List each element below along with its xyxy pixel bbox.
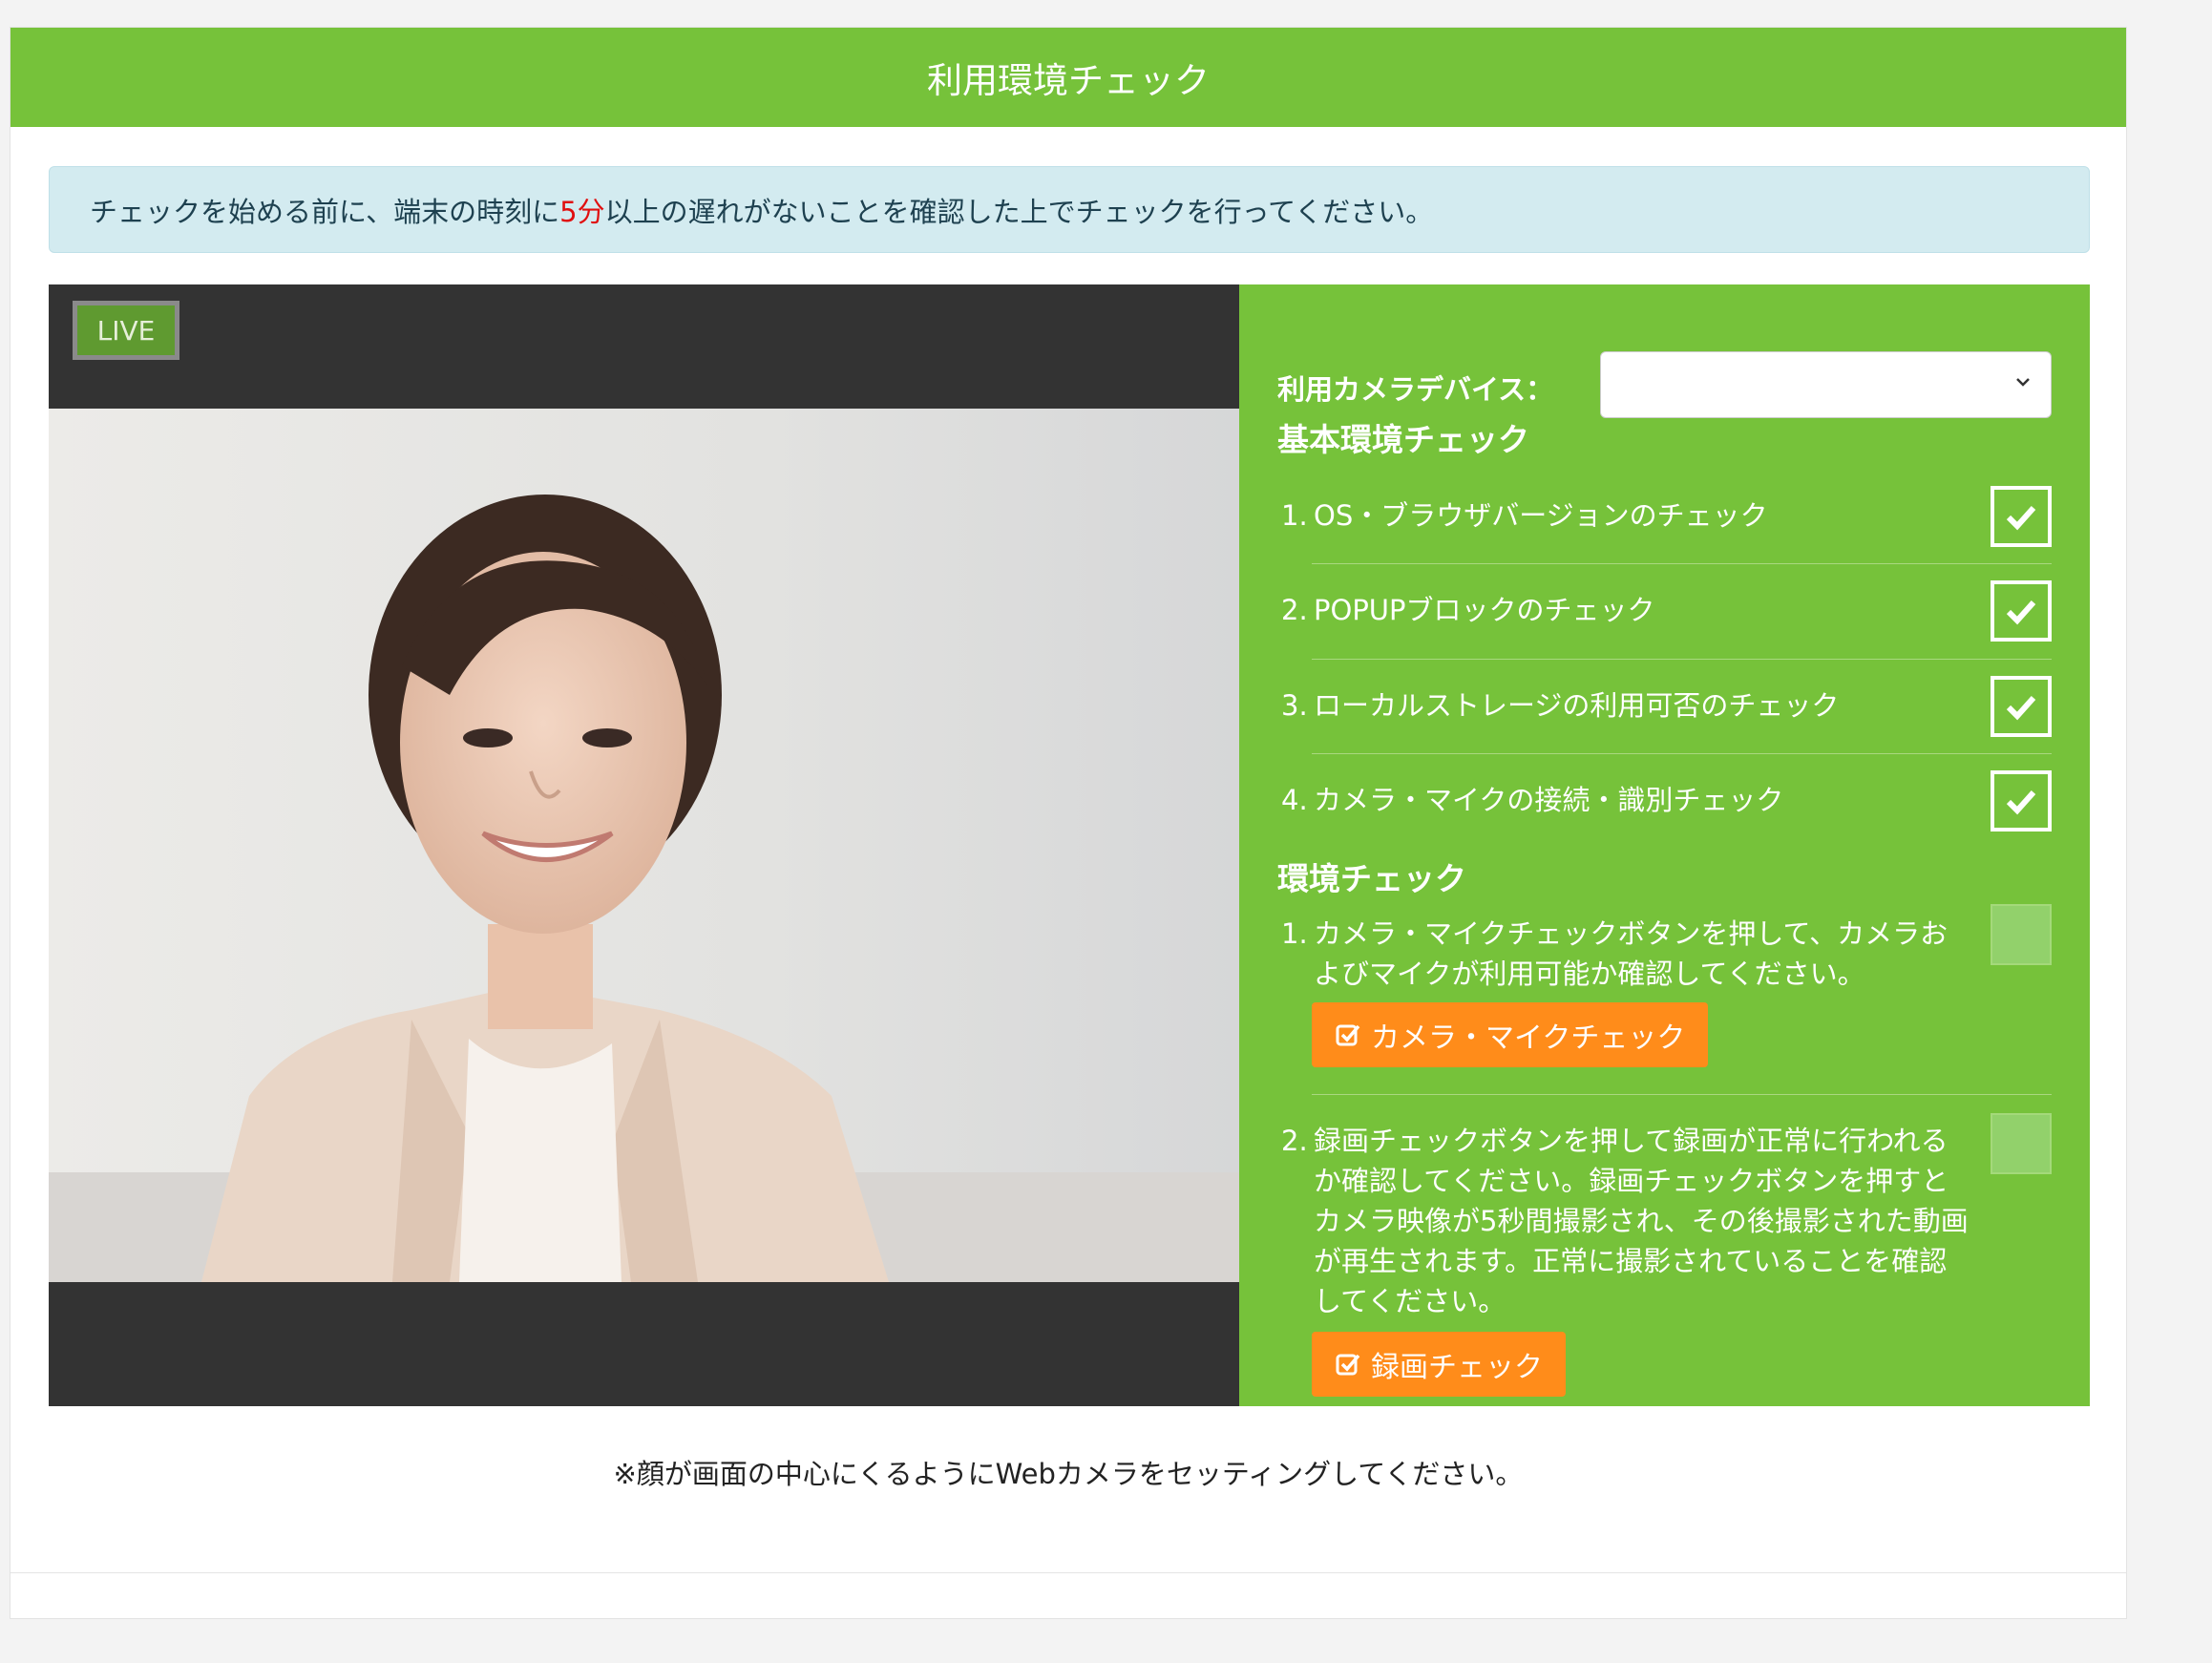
item-number: 2. <box>1281 1125 1308 1157</box>
check-square-icon <box>1336 1024 1360 1046</box>
item-number: 4. <box>1281 784 1308 816</box>
camera-preview: LIVE <box>49 284 1239 1406</box>
env-check-checkbox <box>1991 1113 2052 1174</box>
camera-device-select[interactable] <box>1600 351 2052 418</box>
item-number: 2. <box>1281 594 1308 626</box>
page-header: 利用環境チェック <box>11 28 2126 127</box>
check-panel: 利用カメラデバイス： 基本環境チェック 1. OS・ブラウザバージョンのチェック … <box>1239 284 2090 1406</box>
env-check-title: 環境チェック <box>1277 860 1466 897</box>
camera-feed-image <box>49 409 1239 1282</box>
page-title: 利用環境チェック <box>927 60 1210 101</box>
item-number: 3. <box>1281 689 1308 722</box>
divider <box>1312 659 2052 660</box>
button-label: 録画チェック <box>1371 1351 1543 1384</box>
chevron-down-icon <box>2016 378 2030 387</box>
basic-check-item: 2. POPUPブロックのチェック <box>1281 590 1969 630</box>
divider <box>1312 753 2052 754</box>
camera-device-label: 利用カメラデバイス： <box>1277 373 1554 406</box>
environment-check-card: 利用環境チェック チェックを始める前に、端末の時刻に 5分 以上の遅れがないことを確… <box>10 27 2127 1619</box>
checkmark-icon <box>2006 600 2036 625</box>
item-text: OS・ブラウザバージョンのチェック <box>1314 499 1768 532</box>
notice-text-before: チェックを始める前に、端末の時刻に <box>90 195 560 228</box>
live-badge: LIVE <box>73 301 179 360</box>
notice-highlight: 5分 <box>559 195 605 228</box>
divider <box>1312 563 2052 564</box>
checkmark-icon <box>2006 789 2036 815</box>
camera-mic-check-button[interactable]: カメラ・マイクチェック <box>1312 1002 1709 1067</box>
env-check-checkbox <box>1991 904 2052 965</box>
basic-check-item: 1. OS・ブラウザバージョンのチェック <box>1281 495 1969 536</box>
basic-check-checkbox <box>1991 580 2052 642</box>
recording-check-button[interactable]: 録画チェック <box>1312 1332 1566 1397</box>
divider <box>11 1572 2126 1573</box>
webcam-setup-note: ※顔が画面の中心にくるようにWebカメラをセッティングしてください。 <box>613 1458 1524 1490</box>
camera-feed-portrait <box>49 409 1239 1282</box>
basic-check-item: 3. ローカルストレージの利用可否のチェック <box>1281 685 1969 726</box>
checkmark-icon <box>2006 695 2036 721</box>
item-number: 1. <box>1281 499 1308 532</box>
item-text: カメラ・マイクの接続・識別チェック <box>1314 784 1784 816</box>
checkmark-icon <box>2006 505 2036 531</box>
button-label: カメラ・マイクチェック <box>1371 1021 1686 1055</box>
env-check-item: 1. カメラ・マイクチェックボタンを押して、カメラおよびマイクが利用可能か確認して… <box>1281 914 1969 994</box>
live-label: LIVE <box>96 314 156 347</box>
basic-check-title: 基本環境チェック <box>1277 421 1529 458</box>
check-square-icon <box>1336 1354 1360 1376</box>
basic-check-checkbox <box>1991 676 2052 737</box>
divider <box>1312 1094 2052 1095</box>
item-text: カメラ・マイクチェックボタンを押して、カメラおよびマイクが利用可能か確認してくだ… <box>1314 917 1949 990</box>
basic-check-checkbox <box>1991 770 2052 832</box>
time-notice-alert: チェックを始める前に、端末の時刻に 5分 以上の遅れがないことを確認した上でチェック… <box>49 166 2090 253</box>
basic-check-checkbox <box>1991 486 2052 547</box>
env-check-item: 2. 録画チェックボタンを押して録画が正常に行われるか確認してください。録画チェッ… <box>1281 1121 1969 1321</box>
notice-text-after: 以上の遅れがないことを確認した上でチェックを行ってください。 <box>604 195 1434 228</box>
basic-check-item: 4. カメラ・マイクの接続・識別チェック <box>1281 780 1969 820</box>
item-number: 1. <box>1281 917 1308 950</box>
item-text: 録画チェックボタンを押して録画が正常に行われるか確認してください。録画チェックボ… <box>1314 1125 1969 1317</box>
item-text: POPUPブロックのチェック <box>1314 594 1655 626</box>
item-text: ローカルストレージの利用可否のチェック <box>1314 689 1840 722</box>
